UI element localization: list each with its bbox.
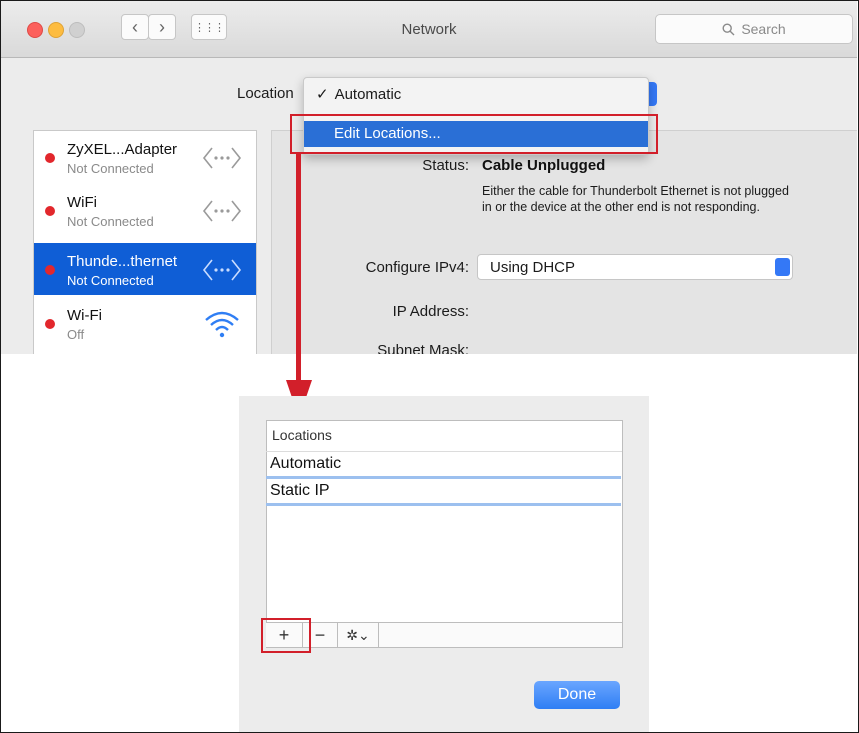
network-window: ‹ › ⋮⋮⋮ Network Search ZyXEL...Adapter N… (1, 1, 857, 354)
status-label: Status: (422, 157, 469, 174)
checkmark-icon: ✓ (316, 86, 329, 103)
search-placeholder: Search (741, 21, 786, 37)
service-name: Wi-Fi (67, 307, 102, 324)
configure-ipv4-popup[interactable]: Using DHCP (477, 254, 793, 280)
service-item-wifi-adapter[interactable]: WiFi Not Connected (34, 184, 256, 236)
service-name: ZyXEL...Adapter (67, 141, 178, 158)
service-item-wi-fi[interactable]: Wi-Fi Off (34, 297, 256, 349)
service-status: Not Connected (67, 273, 154, 288)
service-status: Off (67, 327, 85, 342)
status-dot (45, 265, 55, 275)
search-field[interactable]: Search (655, 14, 853, 44)
subnet-mask-label: Subnet Mask: (377, 342, 469, 354)
location-current-label: Automatic (334, 86, 402, 103)
edit-locations-highlight (290, 114, 658, 154)
location-row-static-ip[interactable]: Static IP (266, 476, 621, 506)
locations-header: Locations (272, 427, 332, 443)
status-dot (45, 153, 55, 163)
service-item-zyxel[interactable]: ZyXEL...Adapter Not Connected (34, 131, 256, 183)
location-label: Location (237, 85, 294, 102)
done-button[interactable]: Done (534, 681, 620, 709)
service-name: Thunde...thernet (67, 253, 178, 270)
gear-icon: ✲⌄ (346, 626, 370, 643)
search-icon (722, 22, 735, 35)
service-item-thunderbolt-ethernet[interactable]: Thunde...thernet Not Connected (34, 243, 256, 295)
add-button-highlight (261, 618, 311, 653)
service-status: Not Connected (67, 161, 154, 176)
ethernet-icon (202, 259, 242, 281)
status-dot (45, 206, 55, 216)
ip-address-label: IP Address: (392, 303, 469, 320)
ethernet-icon (202, 147, 242, 169)
service-list[interactable]: ZyXEL...Adapter Not Connected WiFi Not C… (33, 130, 257, 354)
wifi-icon (205, 311, 239, 338)
status-dot (45, 319, 55, 329)
annotation-arrow-shaft (296, 152, 301, 384)
location-row-automatic[interactable]: Automatic (270, 455, 341, 473)
minus-icon: − (314, 624, 326, 645)
status-value: Cable Unplugged (482, 157, 606, 174)
service-status: Not Connected (67, 214, 154, 229)
title-bar: ‹ › ⋮⋮⋮ Network Search (1, 1, 857, 58)
status-description: Either the cable for Thunderbolt Etherne… (482, 184, 789, 214)
service-name: WiFi (67, 194, 97, 211)
list-divider (266, 451, 622, 452)
gear-menu-button[interactable]: ✲⌄ (338, 623, 379, 647)
list-controls: + − ✲⌄ (266, 622, 622, 647)
stepper-arrows-icon (775, 258, 790, 276)
ethernet-icon (202, 200, 242, 222)
configure-ipv4-label: Configure IPv4: (365, 259, 469, 276)
configure-ipv4-value: Using DHCP (490, 259, 576, 276)
location-menu-item-automatic[interactable]: ✓ Automatic (316, 85, 401, 103)
